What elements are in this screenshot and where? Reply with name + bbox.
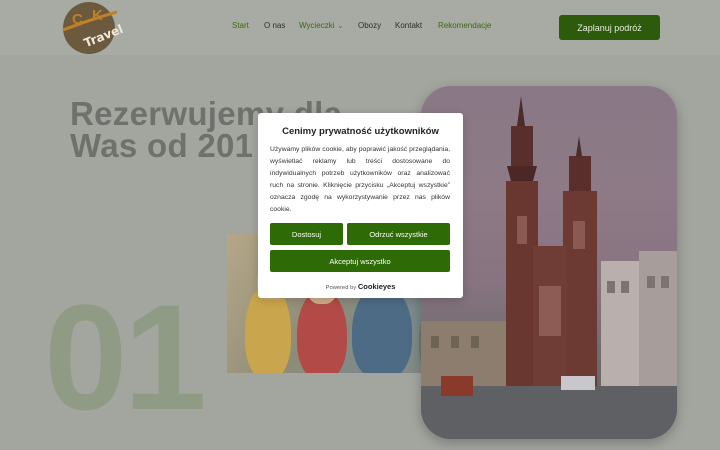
nav-kontakt[interactable]: Kontakt [395, 21, 422, 30]
logo[interactable]: C K Travel [62, 2, 125, 54]
accept-all-button[interactable]: Akceptuj wszystko [270, 250, 450, 272]
reject-all-button[interactable]: Odrzuć wszystkie [347, 223, 450, 245]
nav-rekomendacje[interactable]: Rekomendacje [438, 21, 491, 30]
nav-start[interactable]: Start [232, 21, 249, 30]
plan-trip-button[interactable]: Zaplanuj podróż [559, 15, 660, 40]
cookieyes-logo: Cookieyes [357, 282, 396, 291]
powered-by[interactable]: Powered by Cookieyes [258, 282, 463, 291]
nav-o-nas[interactable]: O nas [264, 21, 285, 30]
nav-obozy[interactable]: Obozy [358, 21, 381, 30]
powered-by-label: Powered by [325, 285, 357, 291]
nav-wycieczki-label: Wycieczki [299, 21, 335, 30]
logo-letter-k: K [92, 7, 103, 24]
nav-wycieczki[interactable]: Wycieczki ⌄ [299, 21, 343, 30]
site-header: C K Travel Start O nas Wycieczki ⌄ Obozy … [0, 0, 720, 55]
chevron-down-icon: ⌄ [337, 23, 344, 30]
logo-letter-c: C [72, 11, 83, 28]
cookie-dialog-text: Używamy plików cookie, aby poprawić jako… [270, 146, 450, 213]
customize-button[interactable]: Dostosuj [270, 223, 343, 245]
big-number: 01 [44, 273, 207, 441]
cookie-dialog-title: Cenimy prywatność użytkowników [282, 126, 439, 137]
cookie-consent-dialog: Cenimy prywatność użytkowników Używamy p… [258, 113, 463, 298]
